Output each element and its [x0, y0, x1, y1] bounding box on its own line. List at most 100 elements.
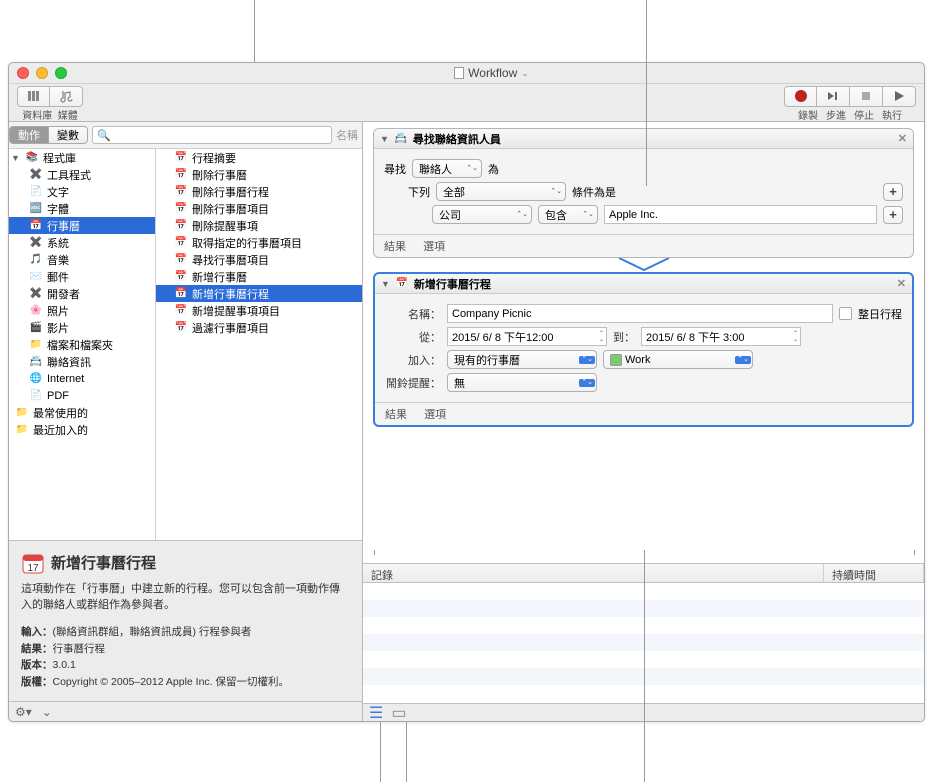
- library-button[interactable]: [17, 86, 50, 107]
- category-utilities[interactable]: ✖️工具程式: [9, 166, 155, 183]
- category-photos[interactable]: 🌸照片: [9, 302, 155, 319]
- addto-select[interactable]: 現有的行事曆: [447, 350, 597, 369]
- record-icon: [795, 90, 807, 102]
- action-list: 📅行程摘要 📅刪除行事曆 📅刪除行事曆行程 📅刪除行事曆項目 📅刪除提醒事項 📅…: [156, 149, 362, 540]
- action-item-selected[interactable]: 📅新增行事曆行程: [156, 285, 362, 302]
- scope-select[interactable]: 全部: [436, 182, 566, 201]
- event-name-input[interactable]: [447, 304, 833, 323]
- calendar-icon: 📅: [174, 202, 188, 216]
- zoom-button[interactable]: [55, 67, 67, 79]
- log-col-duration[interactable]: 持續時間: [824, 564, 924, 582]
- category-system[interactable]: ✖️系統: [9, 234, 155, 251]
- action-item[interactable]: 📅行程摘要: [156, 149, 362, 166]
- value-input[interactable]: [604, 205, 877, 224]
- minimize-button[interactable]: [36, 67, 48, 79]
- operator-select[interactable]: 包含: [538, 205, 598, 224]
- tab-actions[interactable]: 動作: [9, 126, 49, 144]
- category-developer[interactable]: ✖️開發者: [9, 285, 155, 302]
- library-label: 資料庫: [22, 111, 52, 122]
- toolbar: 資料庫 媒體 錄製步進停止執行: [9, 84, 924, 122]
- run-button[interactable]: [883, 86, 916, 107]
- folder-icon: 📁: [29, 338, 43, 352]
- calendar-icon: 📅: [174, 219, 188, 233]
- results-tab[interactable]: 結果: [385, 409, 407, 421]
- action-item[interactable]: 📅刪除行事曆: [156, 166, 362, 183]
- calendar-icon: 📅: [29, 219, 43, 233]
- mail-icon: ✉️: [29, 270, 43, 284]
- search-icon: 🔍: [97, 129, 111, 142]
- search-input[interactable]: 🔍: [92, 126, 332, 144]
- add-row-button[interactable]: +: [883, 206, 903, 224]
- calendar-icon: 📅: [395, 277, 409, 291]
- action-new-calendar-event[interactable]: ▼ 📅 新增行事曆行程 ✕ 名稱： 整日行程 從：: [373, 272, 914, 427]
- options-tab[interactable]: 選項: [424, 409, 446, 421]
- calendar-color-icon: [610, 354, 622, 366]
- workflow-canvas[interactable]: ▼ 📇 尋找聯絡資訊人員 ✕ 尋找 聯絡人 為 下列: [363, 122, 924, 563]
- smart-folder-icon: 📁: [15, 406, 29, 420]
- category-internet[interactable]: 🌐Internet: [9, 370, 155, 387]
- smart-folder-icon: 📁: [15, 423, 29, 437]
- calendar-select[interactable]: Work: [603, 350, 753, 369]
- category-music[interactable]: 🎵音樂: [9, 251, 155, 268]
- category-movies[interactable]: 🎬影片: [9, 319, 155, 336]
- log-view-grid-icon[interactable]: ▭: [391, 703, 406, 723]
- category-text[interactable]: 📄文字: [9, 183, 155, 200]
- titlebar: Workflow ⌄: [9, 63, 924, 84]
- action-item[interactable]: 📅新增提醒事項項目: [156, 302, 362, 319]
- window-title: Workflow: [468, 66, 517, 80]
- action-item[interactable]: 📅過濾行事曆項目: [156, 319, 362, 336]
- gear-menu-icon[interactable]: ⚙︎▾: [15, 705, 32, 719]
- action-item[interactable]: 📅尋找行事曆項目: [156, 251, 362, 268]
- close-icon[interactable]: ✕: [897, 277, 906, 290]
- log-view-list-icon[interactable]: ☰: [369, 703, 383, 723]
- photos-icon: 🌸: [29, 304, 43, 318]
- results-tab[interactable]: 結果: [384, 241, 406, 253]
- tab-variables[interactable]: 變數: [49, 126, 88, 144]
- action-item[interactable]: 📅新增行事曆: [156, 268, 362, 285]
- action-item[interactable]: 📅刪除行事曆項目: [156, 200, 362, 217]
- add-condition-button[interactable]: +: [883, 183, 903, 201]
- record-button[interactable]: [784, 86, 817, 107]
- gear-icon: ✖️: [29, 236, 43, 250]
- action-item[interactable]: 📅刪除行事曆行程: [156, 183, 362, 200]
- field-select[interactable]: 公司: [432, 205, 532, 224]
- calendar-icon: 📅: [174, 168, 188, 182]
- category-fonts[interactable]: 🔤字體: [9, 200, 155, 217]
- library-root[interactable]: ▼ 📚 程式庫: [9, 149, 155, 166]
- step-button[interactable]: [817, 86, 850, 107]
- close-button[interactable]: [17, 67, 29, 79]
- action-find-contacts[interactable]: ▼ 📇 尋找聯絡資訊人員 ✕ 尋找 聯絡人 為 下列: [373, 128, 914, 258]
- collapse-icon[interactable]: ⌄: [42, 705, 52, 719]
- disclosure-icon[interactable]: ▼: [381, 279, 390, 289]
- media-button[interactable]: [50, 86, 83, 107]
- title-dropdown-icon[interactable]: ⌄: [521, 68, 529, 79]
- category-calendar[interactable]: 📅行事曆: [9, 217, 155, 234]
- to-date-stepper[interactable]: 2015/ 6/ 8 下午 3:00: [641, 327, 801, 346]
- allday-checkbox[interactable]: [839, 307, 852, 320]
- category-contacts[interactable]: 📇聯絡資訊: [9, 353, 155, 370]
- most-used[interactable]: 📁最常使用的: [9, 404, 155, 421]
- calendar-icon: 📅: [174, 270, 188, 284]
- info-pane: 17 新增行事曆行程 這項動作在「行事曆」中建立新的行程。您可以包含前一項動作傳…: [9, 540, 362, 701]
- disclosure-triangle-icon[interactable]: ▼: [11, 153, 21, 163]
- movie-icon: 🎬: [29, 321, 43, 335]
- category-files[interactable]: 📁檔案和檔案夾: [9, 336, 155, 353]
- category-mail[interactable]: ✉️郵件: [9, 268, 155, 285]
- stop-button[interactable]: [850, 86, 883, 107]
- find-target-select[interactable]: 聯絡人: [412, 159, 482, 178]
- options-tab[interactable]: 選項: [423, 241, 445, 253]
- contacts-icon: 📇: [29, 355, 43, 369]
- info-description: 這項動作在「行事曆」中建立新的行程。您可以包含前一項動作傳入的聯絡人或群組作為參…: [21, 581, 350, 614]
- calendar-icon: 📅: [174, 304, 188, 318]
- x-icon: ✖️: [29, 168, 43, 182]
- from-date-stepper[interactable]: 2015/ 6/ 8 下午12:00: [447, 327, 607, 346]
- recently-added[interactable]: 📁最近加入的: [9, 421, 155, 438]
- close-icon[interactable]: ✕: [898, 132, 907, 145]
- calendar-icon: 📅: [174, 253, 188, 267]
- disclosure-icon[interactable]: ▼: [380, 134, 389, 144]
- action-item[interactable]: 📅刪除提醒事項: [156, 217, 362, 234]
- log-col-record[interactable]: 記錄: [363, 564, 824, 582]
- action-item[interactable]: 📅取得指定的行事曆項目: [156, 234, 362, 251]
- category-pdf[interactable]: 📄PDF: [9, 387, 155, 404]
- alarm-select[interactable]: 無: [447, 373, 597, 392]
